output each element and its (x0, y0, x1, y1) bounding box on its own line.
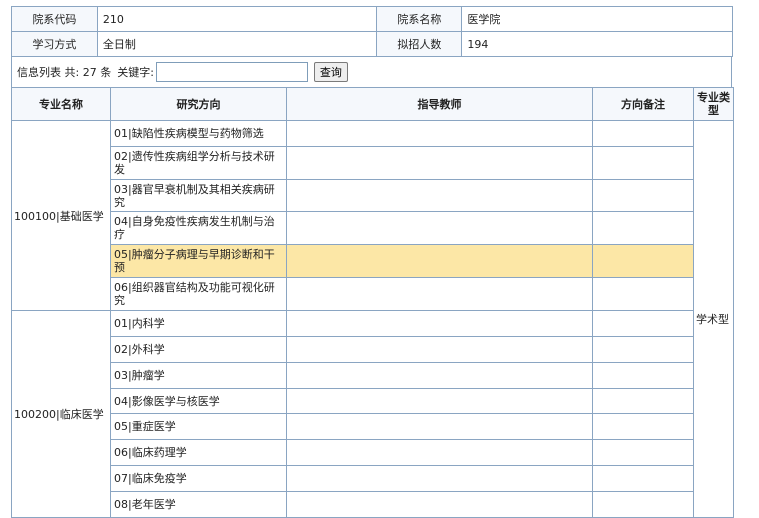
advisor-cell (286, 413, 593, 440)
note-cell (592, 120, 694, 147)
direction-cell: 06|临床药理学 (110, 439, 287, 466)
direction-cell: 08|老年医学 (110, 491, 287, 518)
direction-cell: 03|肿瘤学 (110, 362, 287, 389)
table-row[interactable]: 100100|基础医学 01|缺陷性疾病模型与药物筛选 学术型 (11, 120, 734, 518)
col-header-type: 专业类型 (693, 87, 734, 121)
direction-cell: 06|组织器官结构及功能可视化研究 (110, 277, 287, 311)
table-row[interactable]: 08|老年医学 (12, 491, 734, 518)
advisor-cell (286, 465, 593, 492)
direction-cell: 03|器官早衰机制及其相关疾病研究 (110, 179, 287, 212)
dept-code-label: 院系代码 (11, 6, 98, 32)
dept-name-label: 院系名称 (376, 6, 463, 32)
search-button[interactable]: 查询 (313, 62, 348, 82)
info-row: 院系代码 210 院系名称 医学院 (11, 6, 733, 32)
col-header-major: 专业名称 (11, 87, 111, 121)
table-row[interactable]: 06|组织器官结构及功能可视化研究 (12, 277, 734, 311)
table-row[interactable]: 05|重症医学 (12, 413, 734, 440)
search-bar: 信息列表 共: 27 条 关键字: 查询 (11, 56, 732, 87)
table-row[interactable]: 100200|临床医学 01|内科学 (11, 310, 734, 518)
direction-cell: 05|肿瘤分子病理与早期诊断和干预 (110, 244, 287, 278)
record-summary: 信息列表 共: 27 条 (17, 66, 112, 79)
note-cell (592, 413, 694, 440)
direction-cell: 01|内科学 (110, 310, 287, 337)
advisor-cell (286, 336, 593, 363)
table-row[interactable]: 04|自身免疫性疾病发生机制与治疗 (12, 211, 734, 245)
table-row[interactable]: 03|器官早衰机制及其相关疾病研究 (12, 179, 734, 212)
major-cell: 100100|基础医学 (11, 120, 111, 311)
note-cell (592, 362, 694, 389)
note-cell (592, 244, 694, 278)
note-cell (592, 146, 694, 180)
direction-cell: 07|临床免疫学 (110, 465, 287, 492)
keyword-input[interactable] (155, 62, 308, 82)
advisor-cell (286, 146, 593, 180)
advisor-cell (286, 277, 593, 311)
major-cell: 100200|临床医学 (11, 310, 111, 518)
table-row[interactable]: 04|影像医学与核医学 (12, 388, 734, 414)
dept-info-table: 院系代码 210 院系名称 医学院 学习方式 全日制 拟招人数 194 (11, 6, 733, 57)
note-cell (592, 336, 694, 363)
study-mode-label: 学习方式 (11, 31, 98, 57)
info-row: 学习方式 全日制 拟招人数 194 (11, 31, 733, 57)
direction-cell: 02|外科学 (110, 336, 287, 363)
direction-cell: 02|遗传性疾病组学分析与技术研发 (110, 146, 287, 180)
note-cell (592, 465, 694, 492)
type-cell: 学术型 (693, 120, 734, 518)
advisor-cell (286, 244, 593, 278)
table-row[interactable]: 02|遗传性疾病组学分析与技术研发 (12, 146, 734, 180)
dept-name-value: 医学院 (461, 6, 733, 32)
note-cell (592, 179, 694, 212)
advisor-cell (286, 362, 593, 389)
table-row-highlighted[interactable]: 05|肿瘤分子病理与早期诊断和干预 (12, 244, 734, 278)
advisor-cell (286, 491, 593, 518)
advisor-cell (286, 439, 593, 466)
plan-count-value: 194 (461, 31, 733, 57)
advisor-cell (286, 211, 593, 245)
col-header-advisor: 指导教师 (286, 87, 593, 121)
direction-cell: 01|缺陷性疾病模型与药物筛选 (110, 120, 287, 147)
dept-code-value: 210 (96, 6, 378, 32)
direction-cell: 04|影像医学与核医学 (110, 388, 287, 414)
table-row[interactable]: 03|肿瘤学 (12, 362, 734, 389)
advisor-cell (286, 120, 593, 147)
study-mode-value: 全日制 (96, 31, 378, 57)
table-row[interactable]: 06|临床药理学 (12, 439, 734, 466)
direction-table: 专业名称 研究方向 指导教师 方向备注 专业类型 100100|基础医学 01|… (11, 87, 734, 518)
direction-cell: 05|重症医学 (110, 413, 287, 440)
advisor-cell (286, 179, 593, 212)
note-cell (592, 439, 694, 466)
direction-cell: 04|自身免疫性疾病发生机制与治疗 (110, 211, 287, 245)
table-header-row: 专业名称 研究方向 指导教师 方向备注 专业类型 (11, 87, 734, 121)
col-header-direction: 研究方向 (110, 87, 287, 121)
plan-count-label: 拟招人数 (376, 31, 463, 57)
keyword-label: 关键字: (117, 66, 154, 79)
col-header-note: 方向备注 (592, 87, 694, 121)
note-cell (592, 310, 694, 337)
table-row[interactable]: 02|外科学 (12, 336, 734, 363)
table-row[interactable]: 07|临床免疫学 (12, 465, 734, 492)
note-cell (592, 277, 694, 311)
advisor-cell (286, 310, 593, 337)
note-cell (592, 388, 694, 414)
advisor-cell (286, 388, 593, 414)
note-cell (592, 491, 694, 518)
note-cell (592, 211, 694, 245)
